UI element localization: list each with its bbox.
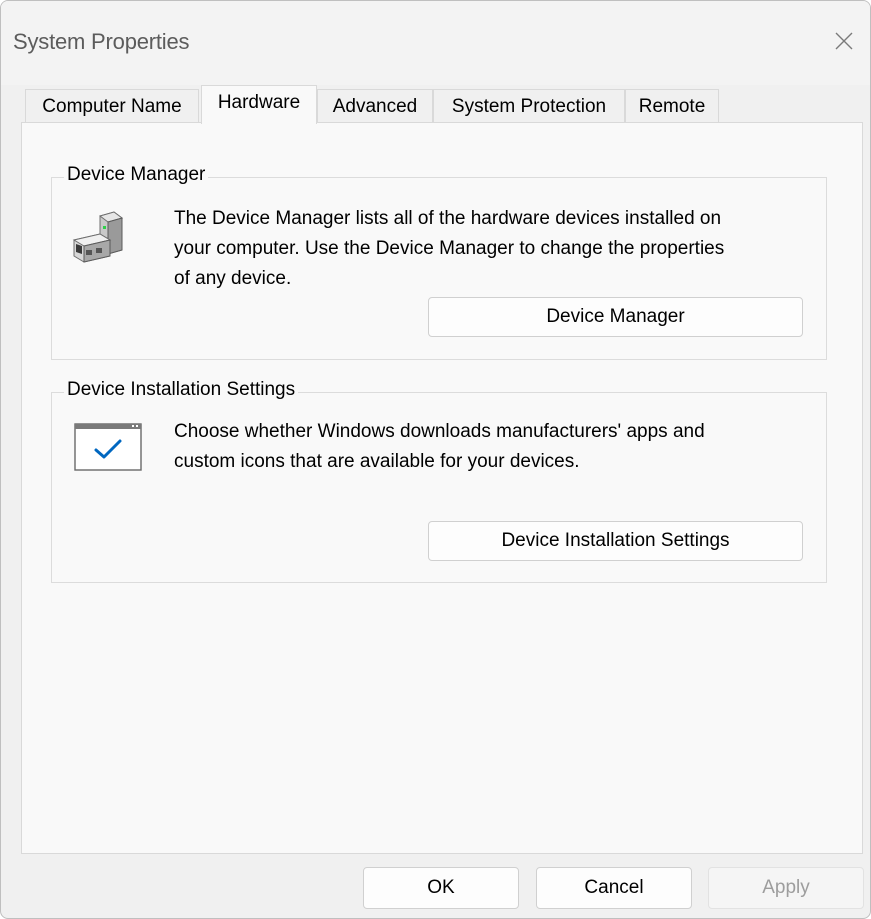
tab-strip: Computer Name Hardware Advanced System P… [1, 85, 870, 124]
device-manager-description-line3: of any device. [174, 268, 292, 289]
tab-advanced[interactable]: Advanced [317, 89, 433, 123]
window-title: System Properties [13, 29, 190, 54]
device-manager-button[interactable]: Device Manager [428, 297, 803, 337]
device-manager-group: Device Manager The Device Manager lists … [51, 164, 827, 360]
device-manager-icon [70, 210, 134, 275]
device-installation-description-line2: custom icons that are available for your… [174, 451, 580, 472]
tab-remote[interactable]: Remote [625, 89, 719, 123]
checkmark-window-icon [74, 423, 144, 478]
tab-system-protection[interactable]: System Protection [433, 89, 625, 123]
apply-button[interactable]: Apply [708, 867, 864, 909]
tab-hardware[interactable]: Hardware [201, 85, 317, 124]
ok-button[interactable]: OK [363, 867, 519, 909]
device-manager-description-line1: The Device Manager lists all of the hard… [174, 208, 722, 229]
device-installation-description: Choose whether Windows downloads manufac… [174, 417, 705, 477]
device-manager-heading: Device Manager [64, 164, 209, 186]
device-installation-heading: Device Installation Settings [64, 379, 299, 401]
device-manager-description-line2: your computer. Use the Device Manager to… [174, 238, 725, 259]
cancel-button[interactable]: Cancel [536, 867, 692, 909]
close-button[interactable] [818, 19, 870, 63]
device-installation-description-line1: Choose whether Windows downloads manufac… [174, 421, 705, 442]
device-manager-description: The Device Manager lists all of the hard… [174, 204, 724, 294]
system-properties-window: System Properties Computer Name Hardware… [0, 0, 871, 919]
title-bar: System Properties [1, 1, 870, 85]
hardware-tab-panel: Device Manager The Device Manager lists … [21, 122, 863, 854]
device-installation-settings-button[interactable]: Device Installation Settings [428, 521, 803, 561]
close-icon [835, 32, 853, 50]
tab-computer-name[interactable]: Computer Name [25, 89, 199, 123]
device-installation-group: Device Installation Settings Choose whet… [51, 379, 827, 583]
